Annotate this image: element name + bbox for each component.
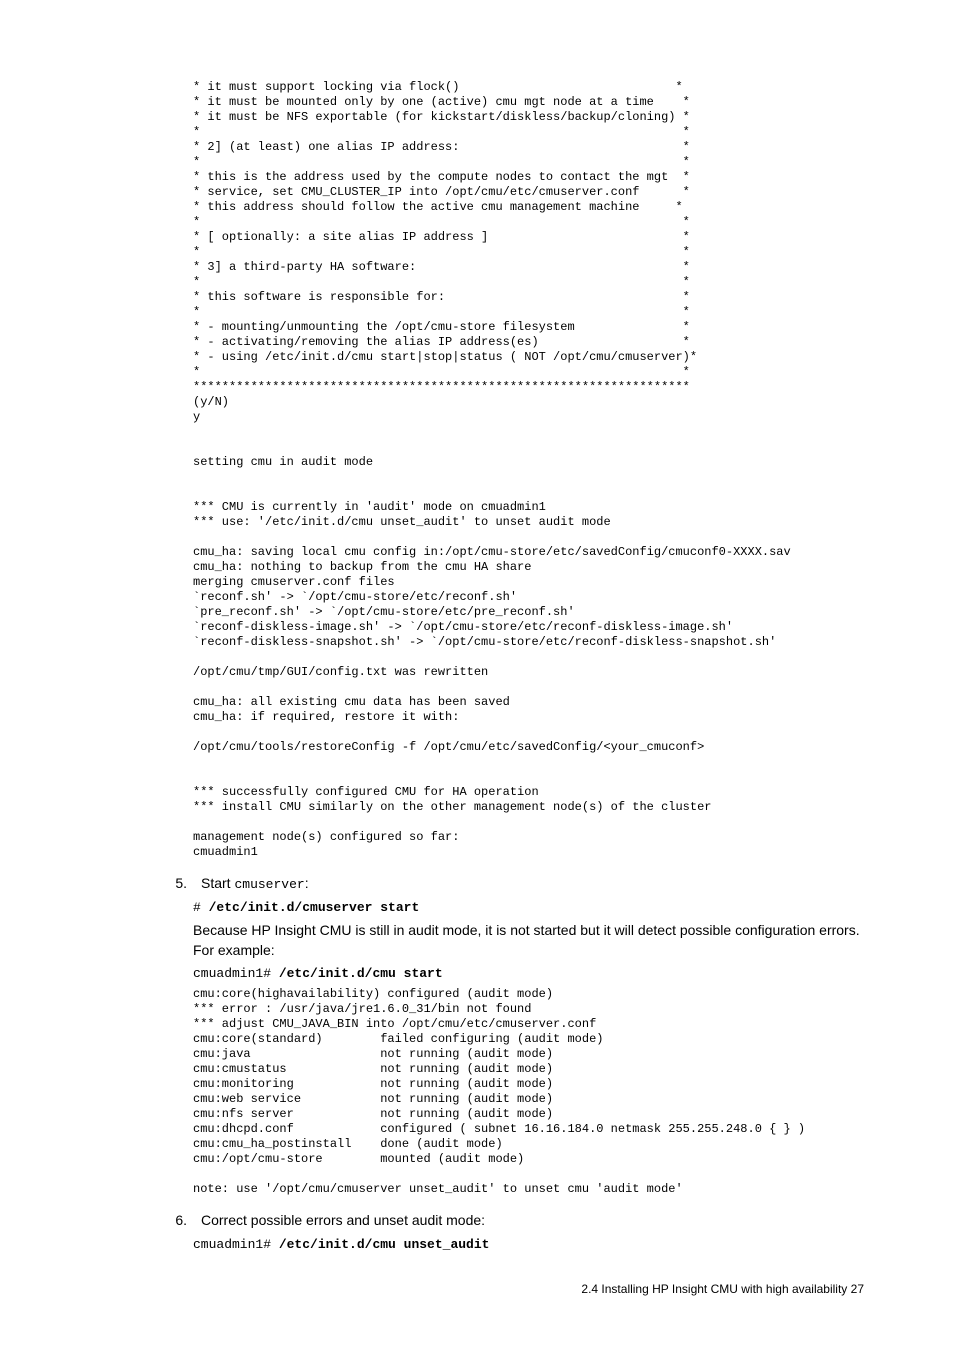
cmd-prompt: cmuadmin1# [193, 1237, 279, 1252]
step-text: Start cmuserver: [201, 874, 309, 894]
step5-prefix: Start [201, 875, 234, 891]
step-number: 5. [155, 875, 201, 891]
step-6: 6. Correct possible errors and unset aud… [155, 1211, 864, 1231]
terminal-block-2: cmu:core(highavailability) configured (a… [155, 987, 864, 1197]
terminal-block-1: * it must support locking via flock() * … [155, 80, 864, 860]
cmd-text: /etc/init.d/cmu start [279, 966, 443, 981]
cmd-text: /etc/init.d/cmu unset_audit [279, 1237, 490, 1252]
step6-command: cmuadmin1# /etc/init.d/cmu unset_audit [193, 1237, 864, 1252]
step5-suffix: : [305, 875, 309, 891]
page-footer: 2.4 Installing HP Insight CMU with high … [155, 1282, 864, 1296]
step5-mono: cmuserver [234, 877, 304, 892]
step5-paragraph: Because HP Insight CMU is still in audit… [193, 921, 864, 960]
cmd-text: /etc/init.d/cmuserver start [209, 900, 420, 915]
step-5: 5. Start cmuserver: [155, 874, 864, 894]
step5-command: # /etc/init.d/cmuserver start [193, 900, 864, 915]
step-text: Correct possible errors and unset audit … [201, 1211, 485, 1231]
cmd-prompt: cmuadmin1# [193, 966, 279, 981]
cmd-prompt: # [193, 900, 209, 915]
step5-command-2: cmuadmin1# /etc/init.d/cmu start [193, 966, 864, 981]
step-number: 6. [155, 1212, 201, 1228]
